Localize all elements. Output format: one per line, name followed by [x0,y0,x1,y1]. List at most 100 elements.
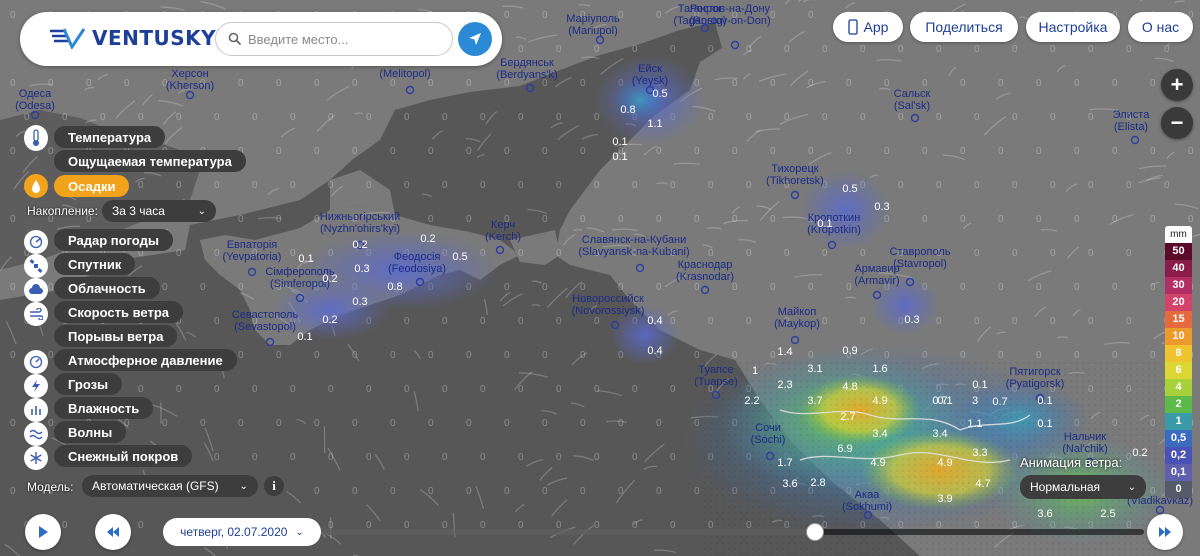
city-latin-name: (Mariupol) [568,25,618,37]
city-name: Ставрополь [889,246,950,258]
layer-waves[interactable]: Волны [54,421,127,443]
wind-animation-label: Анимация ветра: [1020,455,1123,470]
zero-value: 0 [822,44,828,55]
precipitation-value: 0.1 [972,379,987,391]
wind-animation-select[interactable]: Нормальная ⌄ [1020,475,1146,499]
zero-value: 0 [518,452,524,463]
layer-precipitation[interactable]: Осадки [54,175,130,197]
search-input[interactable] [248,31,438,47]
zero-value: 0 [732,350,738,361]
satellite-layer-icon[interactable] [24,254,48,278]
zero-value: 0 [352,418,358,429]
layer-humidity[interactable]: Влажность [54,397,154,419]
zero-value: 0 [428,350,434,361]
precipitation-value: 0.2 [1132,447,1147,459]
share-button[interactable]: Поделиться [910,12,1018,42]
city-latin-name: (Slavyansk-na-Kubani) [578,246,689,258]
radar-layer-icon[interactable] [24,230,48,254]
zero-value: 0 [1112,282,1118,293]
zero-value: 0 [466,78,472,89]
zero-value: 0 [1088,180,1094,191]
app-button[interactable]: App [833,12,903,42]
layer-clouds[interactable]: Облачность [54,277,160,299]
layer-feels-like[interactable]: Ощущаемая температура [54,150,246,172]
zero-value: 0 [466,350,472,361]
city-name: Кропоткин [808,212,861,224]
precipitation-value: 1.1 [647,118,662,130]
zero-value: 0 [314,486,320,497]
zero-value: 0 [466,214,472,225]
layer-thunderstorms[interactable]: Грозы [54,373,123,395]
model-select[interactable]: Автоматическая (GFS) ⌄ [82,475,258,497]
wind-layer-icon[interactable] [24,302,48,326]
precipitation-value: 0.2 [322,273,337,285]
zero-value: 0 [594,316,600,327]
zero-value: 0 [290,180,296,191]
layer-pressure[interactable]: Атмосферное давление [54,349,237,371]
layer-wind-gusts[interactable]: Порывы ветра [54,325,178,347]
zero-value: 0 [542,486,548,497]
layer-radar[interactable]: Радар погоды [54,229,173,251]
date-select[interactable]: четверг, 02.07.2020 ⌄ [163,518,321,546]
pressure-layer-icon[interactable] [24,350,48,374]
thunderstorm-layer-icon[interactable] [24,374,48,398]
zero-value: 0 [10,78,16,89]
play-button[interactable] [25,514,61,550]
zero-value: 0 [138,180,144,191]
layer-wind-speed[interactable]: Скорость ветра [54,301,183,323]
fast-forward-icon [1159,527,1171,537]
locate-button[interactable] [458,22,492,56]
step-back-button[interactable] [95,514,131,550]
snow-layer-icon[interactable] [24,446,48,470]
chevron-down-icon: ⌄ [197,205,206,217]
about-button[interactable]: О нас [1128,12,1193,42]
about-label: О нас [1141,19,1180,35]
weather-map[interactable]: 0 0 0 0 0 0 0 0 0 0 00 0 0 0 0 0 0 0 0 0 0 0 0 0 0 0 0 00 0 0 0 0 0 0 0 0 0 0… [0,0,1200,556]
step-forward-button[interactable] [1147,514,1183,550]
zero-value: 0 [784,44,790,55]
zero-value: 0 [314,146,320,157]
zero-value: 0 [656,418,662,429]
city-name: Ейск [638,63,662,75]
city-latin-name: (Tikhoretsk) [766,175,824,187]
city-name: Нижньогірський [320,211,400,223]
precipitation-value: 1.7 [777,457,792,469]
zero-value: 0 [898,112,904,123]
zero-value: 0 [466,146,472,157]
zero-value: 0 [466,418,472,429]
legend-step: 40 [1165,260,1192,277]
zero-value: 0 [480,384,486,395]
waves-layer-icon[interactable] [24,422,48,446]
timeline-progress [322,529,816,535]
zero-value: 0 [404,452,410,463]
zero-value: 0 [352,146,358,157]
settings-button[interactable]: Настройка [1026,12,1120,42]
precipitation-value: 2.8 [810,477,825,489]
precipitation-layer-icon[interactable] [24,174,48,198]
zero-value: 0 [670,452,676,463]
zero-value: 0 [974,180,980,191]
play-icon [39,526,48,538]
zero-value: 0 [176,112,182,123]
logo[interactable]: VENTUSKY [48,26,216,50]
legend-step: 8 [1165,345,1192,362]
zero-value: 0 [1126,248,1132,259]
layer-temperature[interactable]: Температура [54,126,166,148]
accumulation-select[interactable]: За 3 часа ⌄ [102,200,216,222]
model-info-button[interactable]: i [264,476,284,496]
search-box[interactable] [215,22,453,56]
zero-value: 0 [542,350,548,361]
layer-satellite[interactable]: Спутник [54,253,136,275]
layer-snow-cover[interactable]: Снежный покров [54,445,193,467]
humidity-layer-icon[interactable] [24,398,48,422]
zero-value: 0 [770,282,776,293]
temperature-layer-icon[interactable] [24,125,48,151]
zoom-out-button[interactable]: − [1161,107,1193,139]
zero-value: 0 [352,78,358,89]
city-name: Бердянськ [500,57,554,69]
zoom-in-button[interactable]: + [1161,69,1193,101]
logo-icon [50,28,86,49]
clouds-layer-icon[interactable] [24,278,48,302]
zero-value: 0 [732,282,738,293]
zero-value: 0 [936,316,942,327]
